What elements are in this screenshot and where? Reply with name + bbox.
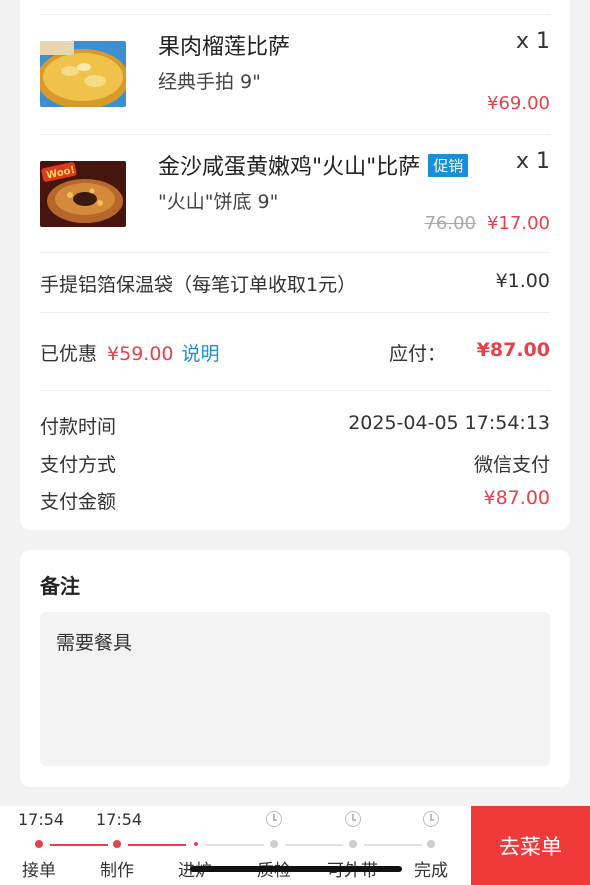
order-details-card: 果肉榴莲比萨 经典手拍 9" x 1 ¥69.00 Woo! 金沙咸蛋黄嫩鸡"火…: [20, 0, 570, 530]
clock-icon: [345, 811, 361, 827]
discount-explain-link[interactable]: 说明: [182, 343, 220, 365]
item-quantity: x 1: [515, 149, 550, 174]
item-spec: "火山"饼底 9": [158, 191, 279, 213]
divider: [40, 390, 550, 391]
item-name-text: 金沙咸蛋黄嫩鸡"火山"比萨: [158, 155, 421, 180]
step-dot-oven: [194, 842, 198, 846]
step-label-making: 制作: [100, 861, 134, 881]
step-label-complete: 完成: [414, 861, 448, 881]
bag-fee-row: 手提铝箔保温袋（每笔订单收取1元） ¥1.00: [40, 270, 550, 297]
payment-time-value: 2025-04-05 17:54:13: [348, 412, 550, 434]
payment-time-row: 付款时间 2025-04-05 17:54:13: [40, 412, 550, 439]
step-time-making: 17:54: [96, 810, 143, 829]
volcano-pizza-image: Woo!: [40, 161, 126, 227]
item-original-price: 76.00: [424, 213, 476, 234]
progress-segment: [206, 844, 264, 846]
order-item: 果肉榴莲比萨 经典手拍 9" x 1 ¥69.00: [40, 15, 550, 133]
step-dot-making: [113, 840, 121, 848]
item-spec: 经典手拍 9": [158, 71, 261, 93]
home-indicator[interactable]: [190, 866, 402, 872]
discount-row: 已优惠 ¥59.00 说明 应付： ¥87.00: [40, 339, 550, 366]
item-price: ¥69.00: [487, 93, 550, 114]
payment-amount-value: ¥87.00: [483, 487, 550, 509]
clock-icon: [423, 811, 439, 827]
remark-text: 需要餐具: [40, 612, 550, 766]
discount-amount: ¥59.00: [107, 343, 174, 365]
progress-segment: [285, 844, 343, 846]
remark-card: 备注 需要餐具: [20, 550, 570, 787]
durian-pizza-image: [40, 41, 126, 107]
promo-badge: 促销: [428, 154, 469, 177]
discount-label: 已优惠: [40, 343, 98, 365]
item-price: ¥17.00: [487, 213, 550, 234]
payment-amount-row: 支付金额 ¥87.00: [40, 487, 550, 514]
payable-amount: ¥87.00: [476, 339, 550, 361]
step-time-accepted: 17:54: [18, 810, 65, 829]
remark-title: 备注: [40, 574, 80, 598]
bag-fee-label: 手提铝箔保温袋（每笔订单收取1元）: [40, 274, 357, 296]
payment-amount-label: 支付金额: [40, 491, 117, 513]
payment-method-row: 支付方式 微信支付: [40, 450, 550, 477]
item-quantity: x 1: [515, 29, 550, 54]
payment-method-value: 微信支付: [473, 454, 550, 476]
step-label-accepted: 接单: [22, 861, 56, 881]
step-dot-takeaway: [349, 840, 357, 848]
item-name: 果肉榴莲比萨: [158, 35, 291, 60]
divider: [40, 312, 550, 313]
payment-time-label: 付款时间: [40, 416, 117, 438]
payable-label: 应付：: [388, 343, 446, 365]
progress-segment: [128, 844, 186, 846]
divider: [40, 252, 550, 253]
bag-fee-price: ¥1.00: [495, 270, 550, 292]
progress-segment: [364, 844, 422, 846]
clock-icon: [266, 811, 282, 827]
progress-segment: [50, 844, 108, 846]
payment-method-label: 支付方式: [40, 454, 117, 476]
order-progress-bar: 17:54 17:54 接单 制作 进炉 质检 可外带 完成 去菜单: [0, 806, 590, 885]
step-dot-complete: [427, 840, 435, 848]
step-dot-quality-check: [270, 840, 278, 848]
go-to-menu-button[interactable]: 去菜单: [471, 806, 590, 885]
step-dot-accepted: [35, 840, 43, 848]
item-name: 金沙咸蛋黄嫩鸡"火山"比萨 促销: [158, 149, 469, 181]
order-item: Woo! 金沙咸蛋黄嫩鸡"火山"比萨 促销 "火山"饼底 9" x 1 76.00…: [40, 134, 550, 252]
